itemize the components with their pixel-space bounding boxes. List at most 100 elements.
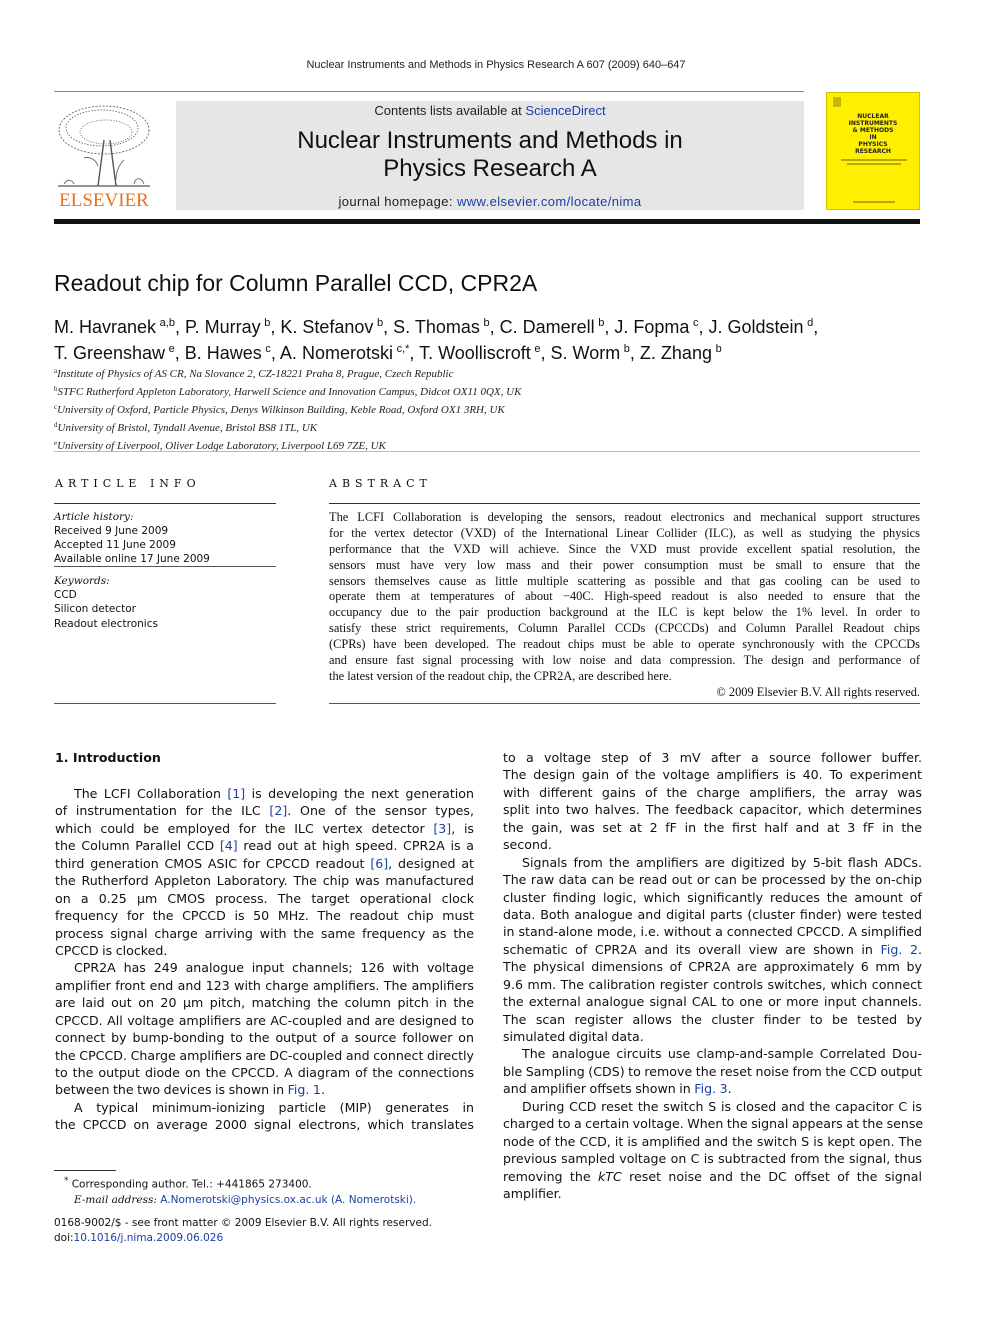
body-text-line: on a 0.25 μm CMOS process. The target op…: [55, 890, 474, 907]
doi-link[interactable]: 10.1016/j.nima.2009.06.026: [74, 1232, 224, 1244]
body-text-line: of instrumentation for the ILC [2]. One …: [55, 802, 474, 819]
text-run: .: [320, 1082, 325, 1098]
body-text-line: The scan register allows the cluster fin…: [503, 1011, 922, 1028]
sciencedirect-link[interactable]: ScienceDirect: [525, 103, 605, 118]
text-run: process signal charge arriving with the …: [55, 925, 474, 941]
elsevier-tree-icon: [58, 105, 150, 187]
reference-link[interactable]: [2]: [269, 803, 287, 818]
body-text-line: split into two halves. The feedback capa…: [503, 801, 922, 818]
article-info-rule: [54, 566, 276, 567]
reference-link[interactable]: Fig. 3: [694, 1081, 727, 1096]
text-run: The raw data can be read out or can be p…: [503, 872, 922, 888]
text-run: previous sampled voltage on C is subtrac…: [503, 1151, 922, 1167]
reference-link[interactable]: [4]: [220, 838, 238, 853]
body-text-line: data. Both analogue and digital parts (c…: [503, 906, 922, 923]
abstract-line: The LCFI Collaboration is developing the…: [329, 510, 920, 524]
affiliation-text: Institute of Physics of AS CR, Na Slovan…: [57, 368, 454, 380]
front-matter: 0168-9002/$ - see front matter © 2009 El…: [54, 1216, 432, 1245]
keywords-label: Keywords:: [54, 575, 110, 587]
cover-title-line: RESEARCH: [855, 148, 891, 155]
cover-title-line: & METHODS: [852, 127, 894, 134]
text-run: schematic of CPR2A and its overall view …: [503, 941, 881, 957]
body-text-line: which could be employed for the ILC vert…: [55, 820, 474, 837]
text-run: the Rutherford Appleton Laboratory. The …: [55, 873, 474, 889]
text-run: split into two halves. The feedback capa…: [503, 802, 922, 818]
text-run: are laid out on 20 μm pitch, matching th…: [55, 995, 474, 1011]
email-link[interactable]: A.Nomerotski@physics.ox.ac.uk: [160, 1194, 327, 1206]
body-text-line: process signal charge arriving with the …: [55, 925, 474, 942]
body-text-line: and amplifier offsets shown in Fig. 3.: [503, 1080, 922, 1097]
abstract-heading: ABSTRACT: [329, 477, 432, 490]
article-history: Article history: Received 9 June 2009 Ac…: [54, 510, 210, 566]
author-affiliation-marker[interactable]: b: [716, 343, 722, 355]
body-text-line: amplifier.: [503, 1185, 922, 1202]
issn-line: 0168-9002/$ - see front matter © 2009 El…: [54, 1217, 432, 1229]
author-name: , A. Nomerotski: [270, 343, 397, 363]
doi-line: doi:10.1016/j.nima.2009.06.026: [54, 1231, 432, 1246]
keywords: Keywords: CCD Silicon detector Readout e…: [54, 574, 158, 631]
author-line: M. Havranek a,b, P. Murray b, K. Stefano…: [54, 312, 818, 338]
author-name: , S. Worm: [540, 343, 624, 363]
text-run: the CPCCD. Charge amplifiers are DC-coup…: [55, 1047, 474, 1063]
reference-link[interactable]: Fig. 1: [288, 1082, 321, 1097]
elsevier-logo[interactable]: ELSEVIER: [54, 100, 154, 212]
body-text-line: cluster finding logic, which significant…: [503, 889, 922, 906]
journal-cover-thumbnail[interactable]: NUCLEAR INSTRUMENTS & METHODS IN PHYSICS…: [826, 92, 920, 210]
body-text-line: charged to a certain voltage. When the s…: [503, 1115, 923, 1132]
text-run: cluster finding logic, which significant…: [503, 889, 922, 905]
body-text-line: The design gain of the voltage amplifier…: [503, 766, 922, 783]
reference-link[interactable]: [6]: [370, 856, 388, 871]
cover-title-line: PHYSICS: [858, 141, 888, 148]
author-line: T. Greenshaw e, B. Hawes c, A. Nomerotsk…: [54, 338, 818, 364]
footnote-rule: [54, 1170, 116, 1171]
abstract-rule: [329, 503, 920, 504]
text-run: in stand-alone mode, i.e. without a conn…: [503, 924, 922, 940]
body-text-line: The analogue circuits use clamp-and-samp…: [503, 1045, 922, 1062]
text-run: CPR2A has 249 analogue input channels; 1…: [74, 960, 474, 976]
corresponding-author-footnote: * Corresponding author. Tel.: +441865 27…: [54, 1174, 416, 1208]
body-text-line: are laid out on 20 μm pitch, matching th…: [55, 994, 474, 1011]
article-info-rule: [54, 703, 276, 704]
text-run: . One of the sensor types,: [287, 803, 474, 819]
article-info-heading: ARTICLE INFO: [55, 477, 201, 490]
article-info-rule: [54, 503, 276, 504]
affiliation-text: STFC Rutherford Appleton Laboratory, Har…: [57, 386, 522, 398]
author-name: , J. Fopma: [604, 317, 693, 337]
text-run: the Column Parallel CCD: [55, 838, 220, 854]
body-text-line: previous sampled voltage on C is subtrac…: [503, 1150, 922, 1167]
author-name: , B. Hawes: [174, 343, 266, 363]
affiliation-text: University of Oxford, Particle Physics, …: [57, 404, 505, 416]
cover-title-line: INSTRUMENTS: [848, 120, 898, 127]
cover-subtitle-bar: [841, 159, 907, 161]
body-text-line: Signals from the amplifiers are digitize…: [503, 854, 922, 871]
abstract-line: operate them at temperatures of about −4…: [329, 589, 920, 604]
body-text-line: A typical minimum-ionizing particle (MIP…: [55, 1099, 474, 1116]
author-name: , C. Damerell: [489, 317, 599, 337]
author-affiliation-marker[interactable]: c,*: [397, 343, 410, 355]
text-run: of instrumentation for the ILC: [55, 803, 270, 819]
text-run: to the output diode on the CPCCD. A diag…: [55, 1065, 474, 1080]
reference-link[interactable]: [3]: [433, 821, 451, 836]
text-run: reset noise and the DC offset of the sig…: [621, 1168, 922, 1184]
text-run: which could be employed for the ILC vert…: [55, 820, 434, 836]
text-run: The analogue circuits use clamp-and-samp…: [522, 1046, 922, 1062]
homepage-link[interactable]: www.elsevier.com/locate/nima: [457, 194, 642, 209]
reference-link[interactable]: Fig. 2: [881, 942, 918, 957]
body-text-line: schematic of CPR2A and its overall view …: [503, 941, 922, 958]
author-list: M. Havranek a,b, P. Murray b , K. Stefano…: [54, 312, 818, 364]
author-affiliation-marker[interactable]: a,b: [160, 317, 175, 329]
body-text-line: the external analogue signal CAL to one …: [503, 993, 922, 1010]
text-run: , is: [451, 820, 474, 836]
body-right-column: to a voltage step of 3 mV after a source…: [503, 749, 923, 1202]
body-text-line: removing the kTC reset noise and the DC …: [503, 1168, 922, 1185]
reference-link[interactable]: [1]: [227, 786, 245, 801]
affiliation: bSTFC Rutherford Appleton Laboratory, Ha…: [54, 382, 521, 400]
body-text-line: to a voltage step of 3 mV after a source…: [503, 749, 922, 766]
text-run: between the two devices is shown in: [55, 1082, 288, 1098]
journal-homepage: journal homepage: www.elsevier.com/locat…: [176, 194, 804, 209]
cover-title: NUCLEAR INSTRUMENTS & METHODS IN PHYSICS…: [827, 113, 919, 155]
text-run: on a 0.25 μm CMOS process. The target op…: [55, 890, 474, 906]
text-run: second.: [503, 837, 552, 853]
abstract-line: performance that the VXD will achieve. S…: [329, 541, 920, 556]
body-text-line: 9.6 mm. The calibration register control…: [503, 976, 922, 993]
